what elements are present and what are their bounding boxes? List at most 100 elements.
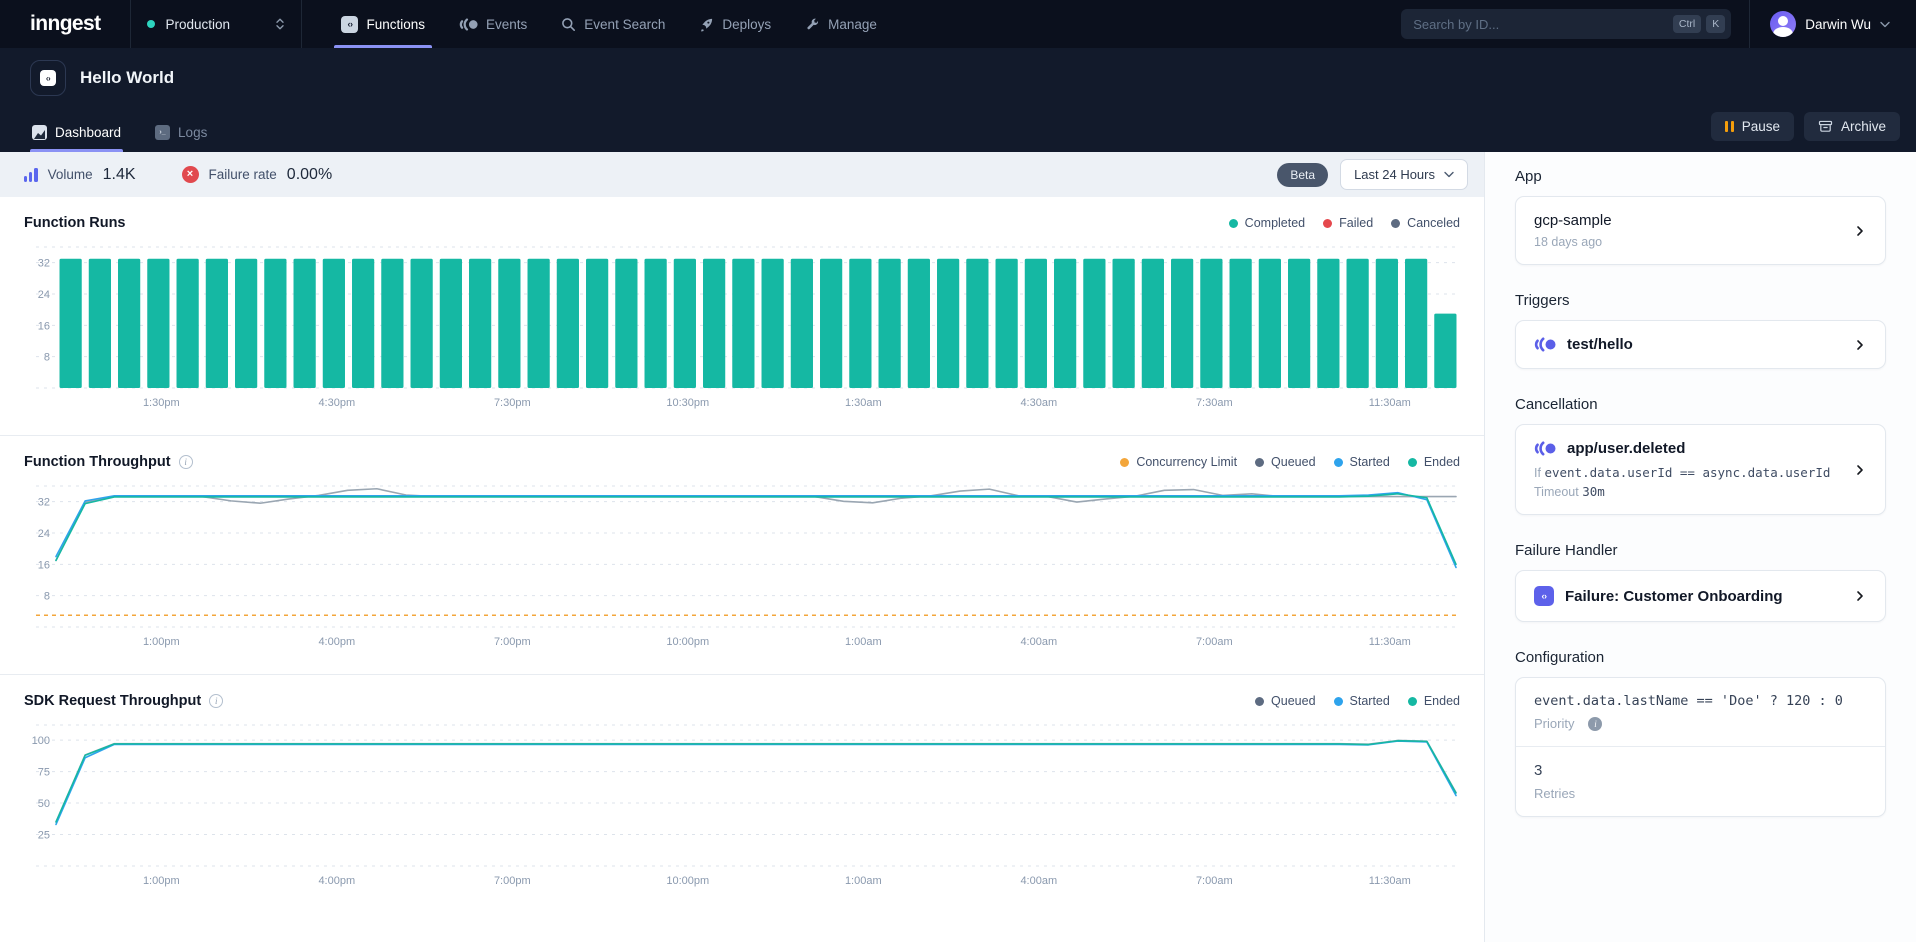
nav-item-label: Manage bbox=[828, 17, 877, 32]
nav-item-label: Event Search bbox=[584, 17, 665, 32]
failure-rate-value: 0.00% bbox=[287, 166, 332, 184]
cancellation-event-name: app/user.deleted bbox=[1567, 440, 1685, 457]
top-navbar: inngest Production Functions Events Even bbox=[0, 0, 1916, 48]
trigger-card[interactable]: test/hello bbox=[1515, 320, 1886, 369]
section-title: Failure Handler bbox=[1515, 542, 1886, 559]
svg-text:8: 8 bbox=[44, 591, 50, 603]
legend-dot bbox=[1391, 219, 1400, 228]
chevron-down-icon bbox=[1444, 171, 1454, 178]
section-title: App bbox=[1515, 168, 1886, 185]
svg-text:32: 32 bbox=[38, 497, 50, 509]
svg-text:1:00pm: 1:00pm bbox=[143, 875, 180, 887]
search-input[interactable] bbox=[1413, 17, 1668, 32]
pause-icon bbox=[1725, 121, 1734, 132]
app-age: 18 days ago bbox=[1534, 235, 1843, 249]
events-icon bbox=[459, 18, 478, 31]
svg-text:7:00am: 7:00am bbox=[1196, 875, 1233, 887]
nav-item-label: Events bbox=[486, 17, 527, 32]
nav-item-label: Deploys bbox=[722, 17, 771, 32]
app-card[interactable]: gcp-sample 18 days ago bbox=[1515, 196, 1886, 265]
app-name: gcp-sample bbox=[1534, 212, 1843, 229]
sdk-throughput-chart: 2550751001:00pm4:00pm7:00pm10:00pm1:00am… bbox=[24, 721, 1460, 889]
volume-stat: Volume 1.4K bbox=[24, 166, 136, 184]
svg-text:7:00pm: 7:00pm bbox=[494, 875, 531, 887]
chart-title: Function Runs bbox=[24, 215, 126, 231]
environment-selector[interactable]: Production bbox=[130, 0, 302, 48]
nav-item-functions[interactable]: Functions bbox=[324, 0, 442, 48]
configuration-card: event.data.lastName == 'Doe' ? 120 : 0 P… bbox=[1515, 677, 1886, 817]
cancellation-card[interactable]: app/user.deleted If event.data.userId ==… bbox=[1515, 424, 1886, 515]
svg-text:50: 50 bbox=[38, 798, 50, 810]
info-icon[interactable] bbox=[179, 455, 193, 469]
priority-expression: event.data.lastName == 'Doe' ? 120 : 0 bbox=[1534, 693, 1867, 709]
user-avatar bbox=[1770, 11, 1796, 37]
failure-rate-stat: Failure rate 0.00% bbox=[182, 166, 333, 184]
retries-label: Retries bbox=[1534, 786, 1867, 801]
svg-text:7:00pm: 7:00pm bbox=[494, 636, 531, 648]
archive-icon bbox=[1818, 119, 1833, 134]
pause-button[interactable]: Pause bbox=[1711, 112, 1794, 141]
global-search[interactable]: Ctrl K bbox=[1401, 9, 1731, 39]
legend-item: Started bbox=[1334, 455, 1390, 469]
nav-item-deploys[interactable]: Deploys bbox=[682, 0, 788, 48]
svg-text:10:00pm: 10:00pm bbox=[666, 875, 709, 887]
inngest-logo[interactable]: inngest bbox=[0, 0, 130, 48]
svg-text:11:30am: 11:30am bbox=[1369, 397, 1411, 409]
sdk-throughput-section: SDK Request Throughput QueuedStartedEnde… bbox=[0, 675, 1484, 913]
tab-logs[interactable]: Logs bbox=[153, 115, 209, 152]
svg-text:4:00pm: 4:00pm bbox=[318, 875, 355, 887]
info-icon[interactable] bbox=[209, 694, 223, 708]
priority-row: event.data.lastName == 'Doe' ? 120 : 0 P… bbox=[1516, 678, 1885, 746]
legend-item: Ended bbox=[1408, 455, 1460, 469]
svg-text:1:00am: 1:00am bbox=[845, 875, 882, 887]
user-menu[interactable]: Darwin Wu bbox=[1749, 0, 1916, 48]
functions-icon bbox=[341, 16, 358, 33]
legend-item: Completed bbox=[1229, 216, 1305, 230]
time-range-dropdown[interactable]: Last 24 Hours bbox=[1340, 159, 1468, 190]
nav-item-manage[interactable]: Manage bbox=[788, 0, 894, 48]
info-icon[interactable] bbox=[1588, 717, 1602, 731]
nav-item-label: Functions bbox=[366, 17, 425, 32]
retries-row: 3 Retries bbox=[1516, 746, 1885, 816]
chevron-up-down-icon bbox=[275, 17, 285, 31]
app-section: App gcp-sample 18 days ago bbox=[1515, 168, 1886, 265]
svg-text:32: 32 bbox=[38, 258, 50, 270]
legend-dot bbox=[1120, 458, 1129, 467]
svg-text:24: 24 bbox=[38, 528, 50, 540]
wrench-icon bbox=[805, 17, 820, 32]
beta-badge: Beta bbox=[1277, 163, 1328, 187]
svg-text:11:30am: 11:30am bbox=[1369, 636, 1411, 648]
svg-text:4:30pm: 4:30pm bbox=[318, 397, 355, 409]
error-circle-icon bbox=[182, 166, 199, 183]
svg-text:1:30am: 1:30am bbox=[845, 397, 882, 409]
timeout-value: 30m bbox=[1582, 484, 1605, 499]
dashboard-main: Volume 1.4K Failure rate 0.00% Beta Last… bbox=[0, 152, 1484, 942]
priority-label: Priority bbox=[1534, 716, 1574, 731]
header-actions: Pause Archive bbox=[1711, 112, 1900, 141]
archive-button[interactable]: Archive bbox=[1804, 112, 1900, 141]
chevron-right-icon bbox=[1853, 224, 1867, 238]
svg-text:100: 100 bbox=[32, 735, 50, 747]
function-details-sidebar: App gcp-sample 18 days ago Triggers bbox=[1484, 152, 1916, 942]
svg-text:10:00pm: 10:00pm bbox=[666, 636, 709, 648]
nav-item-event-search[interactable]: Event Search bbox=[544, 0, 682, 48]
section-title: Cancellation bbox=[1515, 396, 1886, 413]
svg-text:1:30pm: 1:30pm bbox=[143, 397, 180, 409]
svg-text:1:00pm: 1:00pm bbox=[143, 636, 180, 648]
function-throughput-chart: 81624321:00pm4:00pm7:00pm10:00pm1:00am4:… bbox=[24, 482, 1460, 650]
code-icon bbox=[40, 70, 56, 86]
triggers-section: Triggers test/hello bbox=[1515, 292, 1886, 369]
environment-label: Production bbox=[165, 17, 265, 32]
svg-text:25: 25 bbox=[38, 830, 50, 842]
nav-item-events[interactable]: Events bbox=[442, 0, 544, 48]
failure-handler-card[interactable]: Failure: Customer Onboarding bbox=[1515, 570, 1886, 622]
event-icon bbox=[1534, 441, 1556, 456]
volume-value: 1.4K bbox=[103, 166, 136, 184]
chart-legend: CompletedFailedCanceled bbox=[1229, 216, 1460, 230]
legend-item: Started bbox=[1334, 694, 1390, 708]
retries-value: 3 bbox=[1534, 762, 1867, 779]
legend-dot bbox=[1255, 458, 1264, 467]
tab-dashboard[interactable]: Dashboard bbox=[30, 115, 123, 152]
page-title: Hello World bbox=[80, 68, 174, 88]
svg-text:4:30am: 4:30am bbox=[1020, 397, 1057, 409]
